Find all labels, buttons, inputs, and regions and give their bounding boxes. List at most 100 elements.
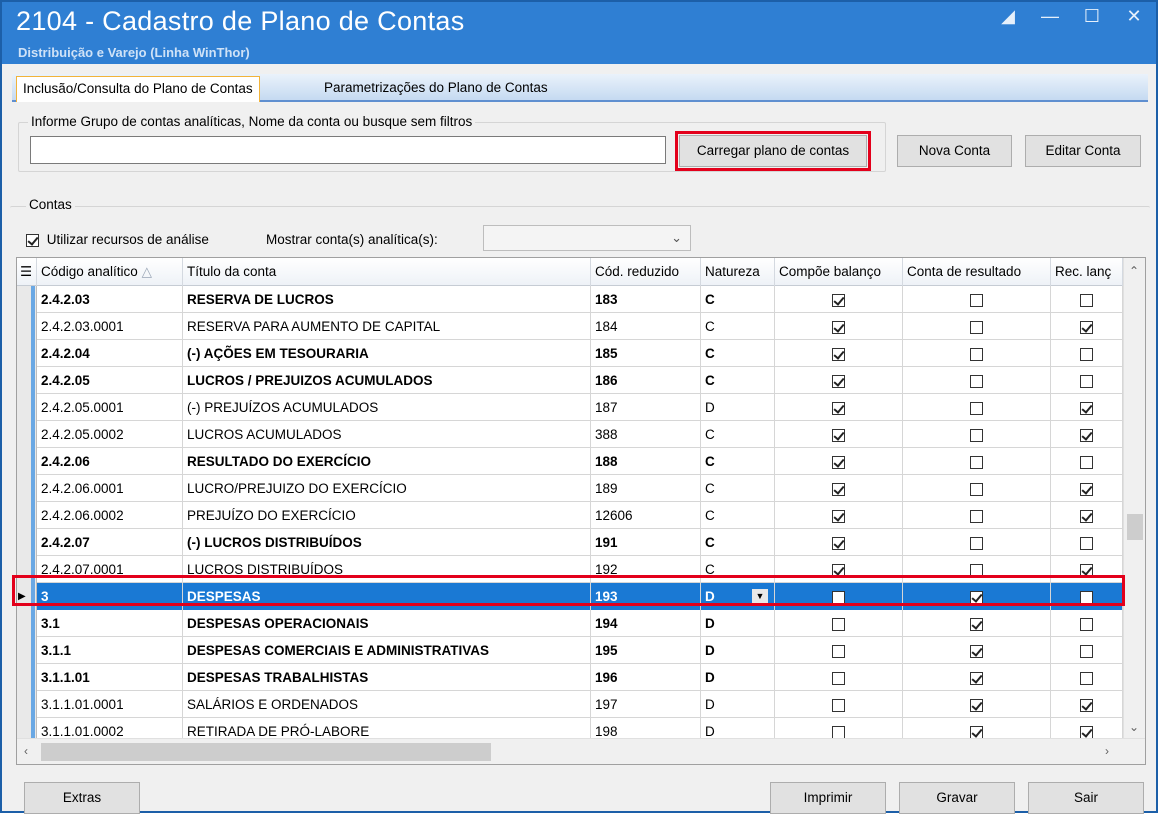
cell-nature[interactable]: D [701, 637, 775, 664]
cell-title[interactable]: DESPESAS COMERCIAIS E ADMINISTRATIVAS [183, 637, 591, 664]
checkbox-checked-icon[interactable] [1080, 428, 1093, 442]
cell-title[interactable]: (-) PREJUÍZOS ACUMULADOS [183, 394, 591, 421]
checkbox-unchecked-icon[interactable] [970, 374, 983, 388]
table-row[interactable]: 2.4.2.03.0001 RESERVA PARA AUMENTO DE CAP… [17, 313, 1123, 340]
cell-nature[interactable]: C [701, 556, 775, 583]
cell-nature[interactable]: C [701, 475, 775, 502]
checkbox-unchecked-icon[interactable] [1080, 590, 1093, 604]
checkbox-unchecked-icon[interactable] [970, 347, 983, 361]
checkbox-checked-icon[interactable] [832, 320, 845, 334]
cell-code[interactable]: 2.4.2.06 [37, 448, 183, 475]
checkbox-unchecked-icon[interactable] [832, 590, 845, 604]
cell-rec-checkbox[interactable] [1051, 502, 1123, 529]
cell-title[interactable]: DESPESAS TRABALHISTAS [183, 664, 591, 691]
cell-result-checkbox[interactable] [903, 286, 1051, 313]
cell-nature[interactable]: C [701, 529, 775, 556]
checkbox-checked-icon[interactable] [1080, 509, 1093, 523]
table-row[interactable]: 2.4.2.05.0001 (-) PREJUÍZOS ACUMULADOS 187… [17, 394, 1123, 421]
cell-nature[interactable]: C [701, 286, 775, 313]
checkbox-checked-icon[interactable] [970, 590, 983, 604]
cell-nature[interactable]: D [701, 691, 775, 718]
col-titulo[interactable]: Título da conta [183, 258, 591, 286]
table-row[interactable]: 3.1 DESPESAS OPERACIONAIS 194 D [17, 610, 1123, 637]
cell-title[interactable]: LUCROS DISTRIBUÍDOS [183, 556, 591, 583]
table-row[interactable]: 2.4.2.05 LUCROS / PREJUIZOS ACUMULADOS 186… [17, 367, 1123, 394]
load-accounts-button[interactable]: Carregar plano de contas [675, 131, 871, 171]
checkbox-unchecked-icon[interactable] [1080, 293, 1093, 307]
cell-rec-checkbox[interactable] [1051, 448, 1123, 475]
col-natureza[interactable]: Natureza [701, 258, 775, 286]
cell-rec-checkbox[interactable] [1051, 637, 1123, 664]
table-row[interactable]: 3.1.1.01.0001 SALÁRIOS E ORDENADOS 197 D [17, 691, 1123, 718]
horizontal-scroll-thumb[interactable] [41, 743, 491, 761]
checkbox-checked-icon[interactable] [970, 671, 983, 685]
checkbox-checked-icon[interactable] [970, 698, 983, 712]
col-codigo-analitico[interactable]: Código analítico △ [37, 258, 183, 286]
cell-balance-checkbox[interactable] [775, 286, 903, 313]
cell-balance-checkbox[interactable] [775, 340, 903, 367]
checkbox-checked-icon[interactable] [832, 455, 845, 469]
cell-result-checkbox[interactable] [903, 448, 1051, 475]
checkbox-unchecked-icon[interactable] [832, 671, 845, 685]
close-icon[interactable]: ✕ [1124, 6, 1144, 26]
cell-result-checkbox[interactable] [903, 502, 1051, 529]
cell-nature[interactable]: D ▼ [701, 583, 775, 610]
checkbox-unchecked-icon[interactable] [970, 536, 983, 550]
table-row[interactable]: 2.4.2.06 RESULTADO DO EXERCÍCIO 188 C [17, 448, 1123, 475]
cell-reduced[interactable]: 185 [591, 340, 701, 367]
cell-balance-checkbox[interactable] [775, 313, 903, 340]
cell-code[interactable]: 2.4.2.03 [37, 286, 183, 313]
table-row[interactable]: 3.1.1.01 DESPESAS TRABALHISTAS 196 D [17, 664, 1123, 691]
extras-button[interactable]: Extras [24, 782, 140, 814]
minimize-icon[interactable]: — [1040, 6, 1060, 26]
use-analysis-checkbox[interactable]: Utilizar recursos de análise [26, 232, 209, 247]
cell-reduced[interactable]: 189 [591, 475, 701, 502]
cell-title[interactable]: LUCRO/PREJUIZO DO EXERCÍCIO [183, 475, 591, 502]
cell-title[interactable]: SALÁRIOS E ORDENADOS [183, 691, 591, 718]
checkbox-checked-icon[interactable] [832, 428, 845, 442]
cell-title[interactable]: LUCROS / PREJUIZOS ACUMULADOS [183, 367, 591, 394]
cell-reduced[interactable]: 183 [591, 286, 701, 313]
exit-button[interactable]: Sair [1028, 782, 1144, 814]
cell-rec-checkbox[interactable] [1051, 421, 1123, 448]
checkbox-unchecked-icon[interactable] [970, 455, 983, 469]
cell-reduced[interactable]: 192 [591, 556, 701, 583]
cell-reduced[interactable]: 195 [591, 637, 701, 664]
cell-title[interactable]: (-) AÇÕES EM TESOURARIA [183, 340, 591, 367]
cell-title[interactable]: RESULTADO DO EXERCÍCIO [183, 448, 591, 475]
cell-nature[interactable]: C [701, 502, 775, 529]
checkbox-unchecked-icon[interactable] [970, 509, 983, 523]
cell-result-checkbox[interactable] [903, 610, 1051, 637]
checkbox-unchecked-icon[interactable] [1080, 455, 1093, 469]
checkbox-checked-icon[interactable] [832, 293, 845, 307]
cell-nature[interactable]: D [701, 610, 775, 637]
tab-inclusao-consulta[interactable]: Inclusão/Consulta do Plano de Contas [16, 76, 260, 102]
cell-nature[interactable]: D [701, 394, 775, 421]
restore-icon[interactable]: ◢ [998, 6, 1018, 26]
checkbox-unchecked-icon[interactable] [970, 563, 983, 577]
table-row[interactable]: 2.4.2.04 (-) AÇÕES EM TESOURARIA 185 C [17, 340, 1123, 367]
title-bar[interactable]: 2104 - Cadastro de Plano de Contas Distr… [2, 2, 1156, 64]
checkbox-unchecked-icon[interactable] [970, 428, 983, 442]
checkbox-checked-icon[interactable] [832, 401, 845, 415]
table-row[interactable]: 2.4.2.05.0002 LUCROS ACUMULADOS 388 C [17, 421, 1123, 448]
cell-rec-checkbox[interactable] [1051, 610, 1123, 637]
edit-account-button[interactable]: Editar Conta [1025, 135, 1141, 167]
cell-nature[interactable]: C [701, 421, 775, 448]
table-row[interactable]: 2.4.2.03 RESERVA DE LUCROS 183 C [17, 286, 1123, 313]
grid-menu-icon[interactable]: ☰ [17, 258, 37, 286]
cell-rec-checkbox[interactable] [1051, 394, 1123, 421]
checkbox-unchecked-icon[interactable] [832, 725, 845, 739]
dropdown-arrow-icon[interactable]: ▼ [752, 589, 768, 604]
cell-code[interactable]: 2.4.2.07 [37, 529, 183, 556]
cell-code[interactable]: 2.4.2.06.0002 [37, 502, 183, 529]
checkbox-checked-icon[interactable] [1080, 482, 1093, 496]
checkbox-unchecked-icon[interactable] [970, 401, 983, 415]
cell-title[interactable]: LUCROS ACUMULADOS [183, 421, 591, 448]
table-row[interactable]: 2.4.2.07 (-) LUCROS DISTRIBUÍDOS 191 C [17, 529, 1123, 556]
cell-result-checkbox[interactable] [903, 691, 1051, 718]
cell-title[interactable]: (-) LUCROS DISTRIBUÍDOS [183, 529, 591, 556]
cell-rec-checkbox[interactable] [1051, 583, 1123, 610]
cell-result-checkbox[interactable] [903, 367, 1051, 394]
col-conta-resultado[interactable]: Conta de resultado [903, 258, 1051, 286]
